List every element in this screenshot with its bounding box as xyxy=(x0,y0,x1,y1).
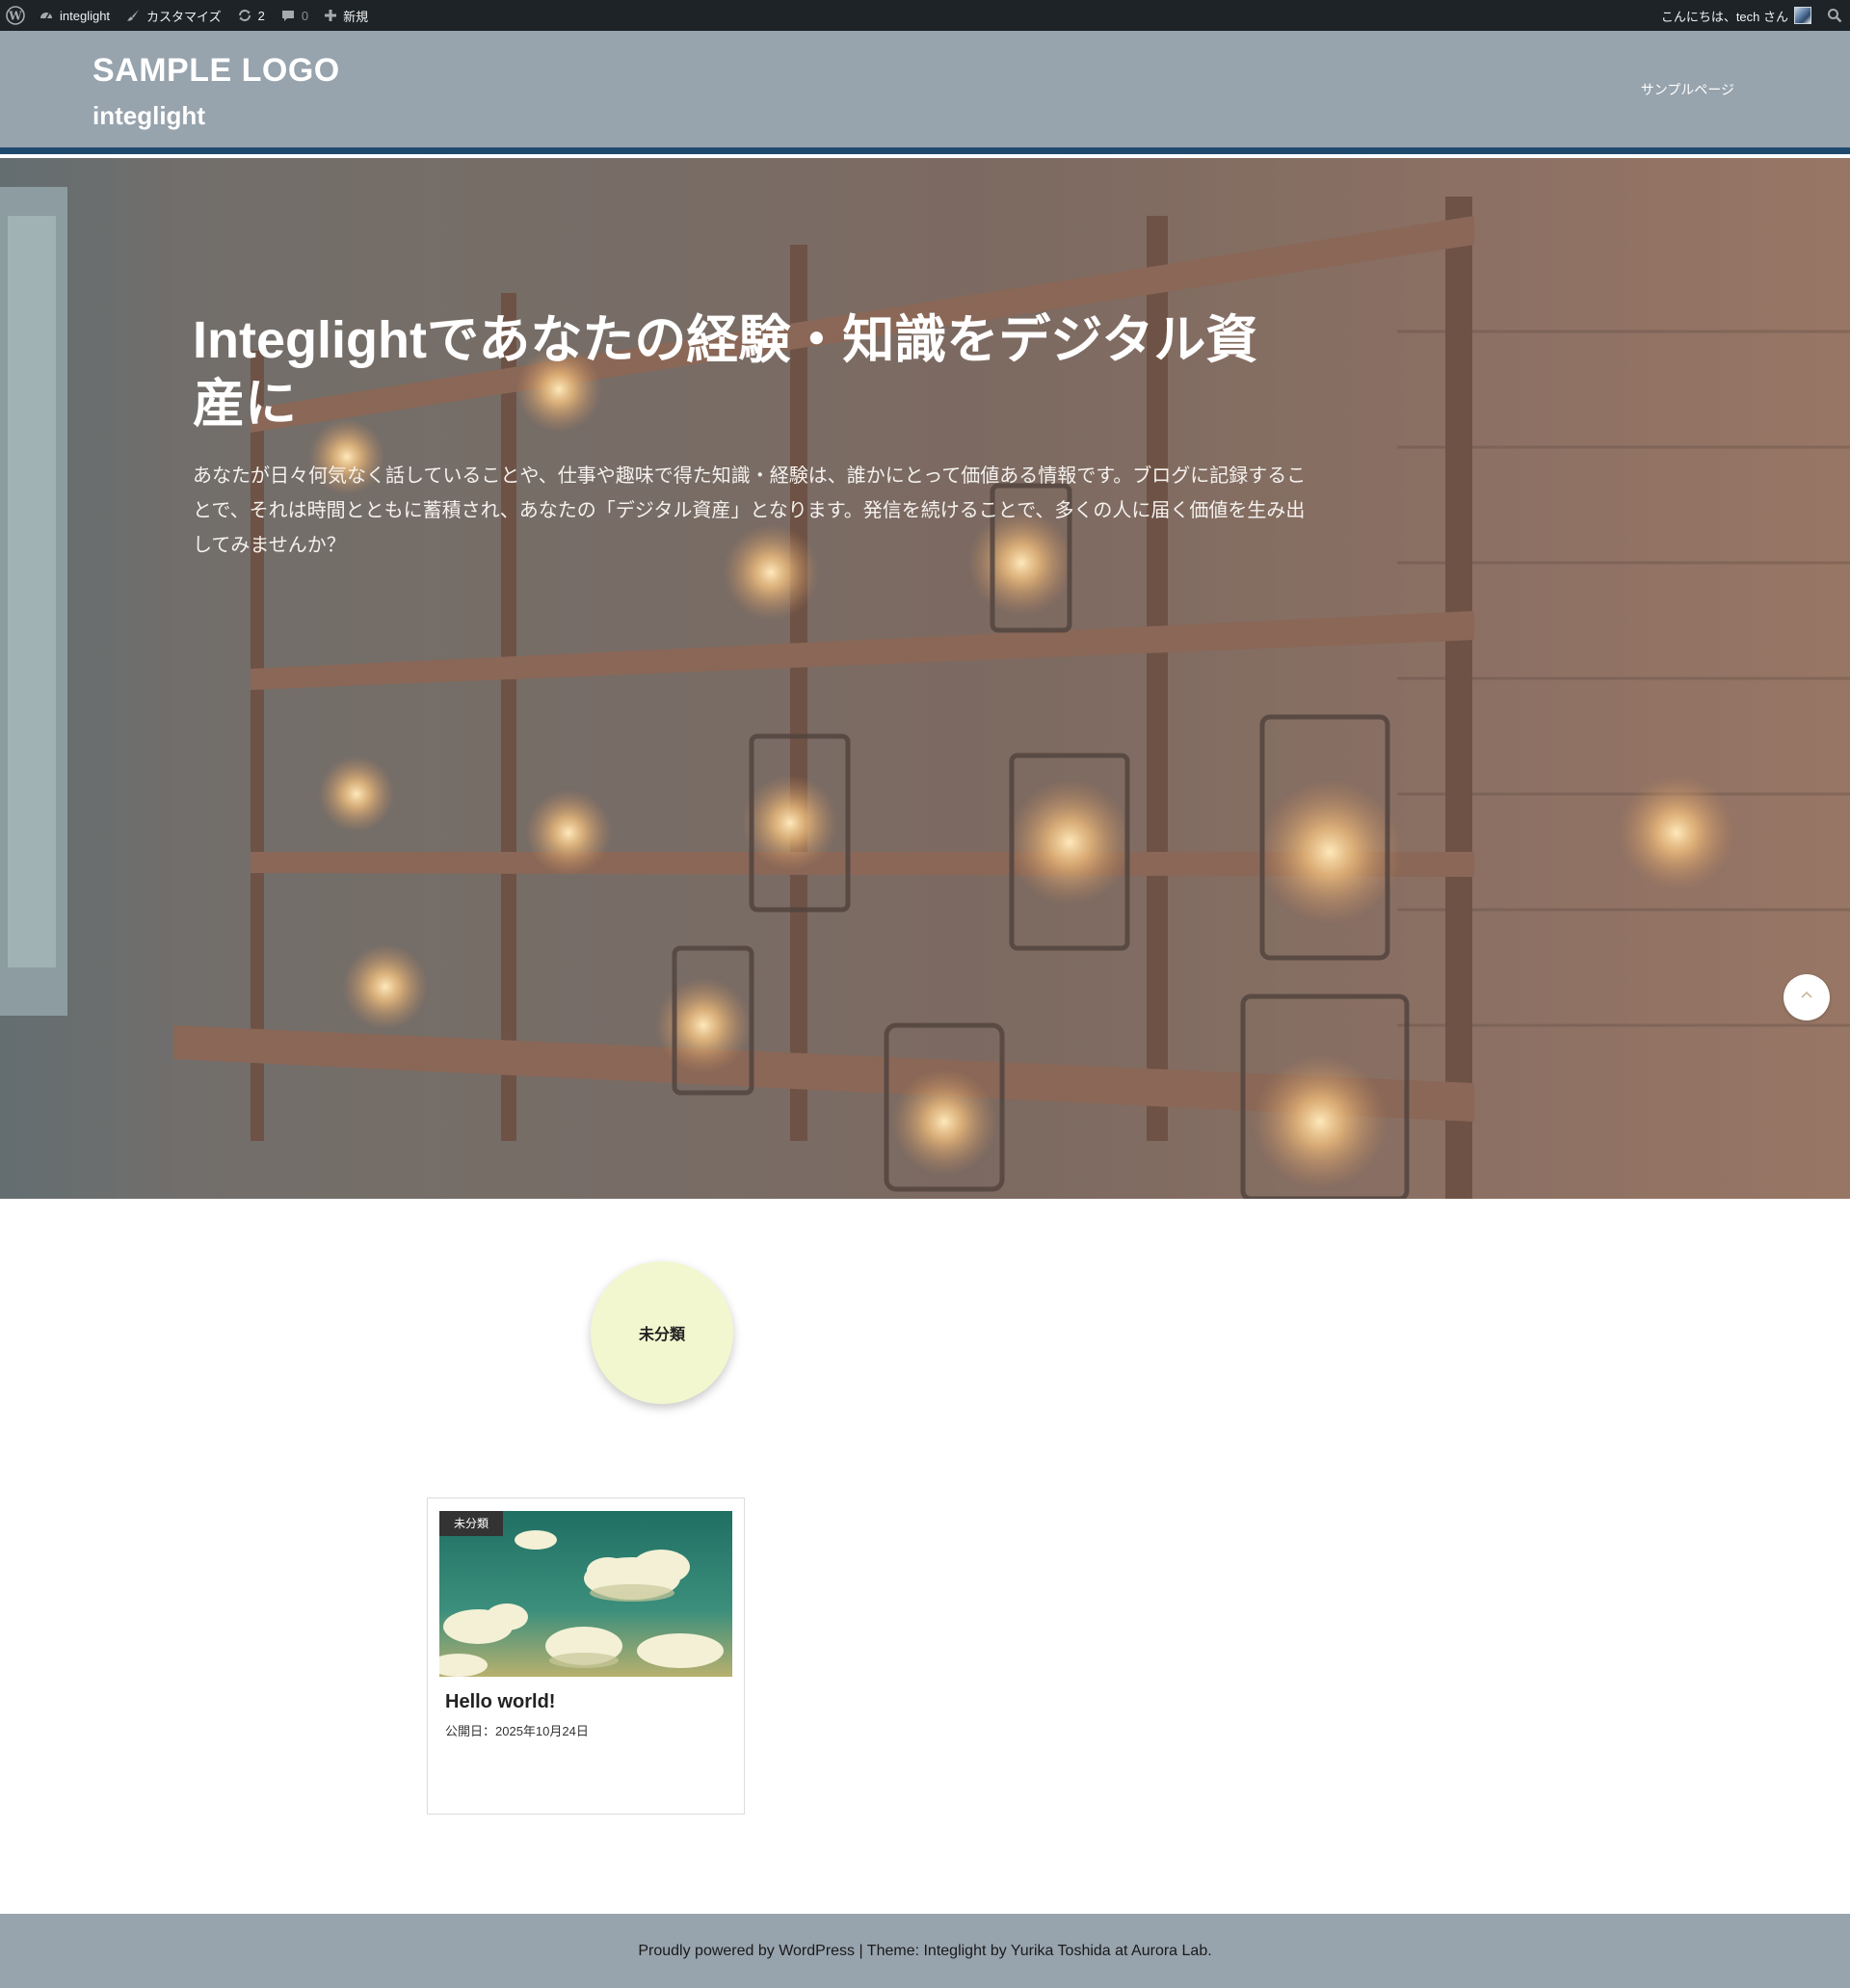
svg-text:W: W xyxy=(8,10,22,23)
site-header: SAMPLE LOGO integlight サンプルページ xyxy=(0,31,1850,147)
post-date: 公開日：2025年10月24日 xyxy=(445,1724,589,1738)
new-content-menu[interactable]: 新規 xyxy=(316,0,376,31)
hero-section: Integlightであなたの経験・知識をデジタル資産に あなたが日々何気なく話… xyxy=(0,158,1850,1199)
updates-link[interactable]: 2 xyxy=(229,0,273,31)
site-name-label: integlight xyxy=(60,8,111,23)
comments-count: 0 xyxy=(301,8,309,23)
plus-icon xyxy=(324,9,337,22)
admin-search[interactable] xyxy=(1819,0,1850,31)
customize-label: カスタマイズ xyxy=(146,9,222,24)
customize-link[interactable]: カスタマイズ xyxy=(118,0,229,31)
nav-item-sample-page[interactable]: サンプルページ xyxy=(1641,80,1734,99)
new-label: 新規 xyxy=(343,9,369,24)
dashboard-icon xyxy=(39,8,54,23)
category-bubble-label: 未分類 xyxy=(638,1327,685,1343)
wordpress-icon: W xyxy=(6,6,25,25)
brush-icon xyxy=(125,8,141,23)
hero-description: あなたが日々何気なく話していることや、仕事や趣味で得た知識・経験は、誰かにとって… xyxy=(193,465,1307,556)
post-category-badge[interactable]: 未分類 xyxy=(439,1511,504,1536)
hero-title: Integlightであなたの経験・知識をデジタル資産に xyxy=(193,311,1258,433)
update-icon xyxy=(237,8,252,23)
chevron-up-icon xyxy=(1799,988,1814,1008)
header-stripe xyxy=(0,147,1850,154)
post-title[interactable]: Hello world! xyxy=(445,1691,555,1713)
post-card[interactable]: 未分類 Hello world! 公開日：2025年10月24日 xyxy=(427,1498,745,1815)
avatar xyxy=(1794,7,1811,24)
search-icon xyxy=(1827,8,1842,23)
comment-icon xyxy=(280,8,296,23)
site-name-menu[interactable]: integlight xyxy=(31,0,118,31)
admin-bar: W integlight カスタマイズ 2 0 新規 こんにちは、tech さん xyxy=(0,0,1850,31)
footer-credits: Proudly powered by WordPress | Theme: In… xyxy=(638,1942,1212,1959)
category-bubble[interactable]: 未分類 xyxy=(591,1261,733,1404)
wordpress-menu[interactable]: W xyxy=(0,0,31,31)
comments-link[interactable]: 0 xyxy=(273,0,316,31)
scroll-to-top-button[interactable] xyxy=(1784,974,1830,1021)
site-footer: Proudly powered by WordPress | Theme: In… xyxy=(0,1914,1850,1988)
greeting-text: こんにちは、tech さん xyxy=(1660,9,1788,24)
site-title[interactable]: integlight xyxy=(92,101,205,131)
site-logo[interactable]: SAMPLE LOGO xyxy=(92,52,340,90)
updates-count: 2 xyxy=(257,8,265,23)
my-account-menu[interactable]: こんにちは、tech さん xyxy=(1653,0,1819,31)
